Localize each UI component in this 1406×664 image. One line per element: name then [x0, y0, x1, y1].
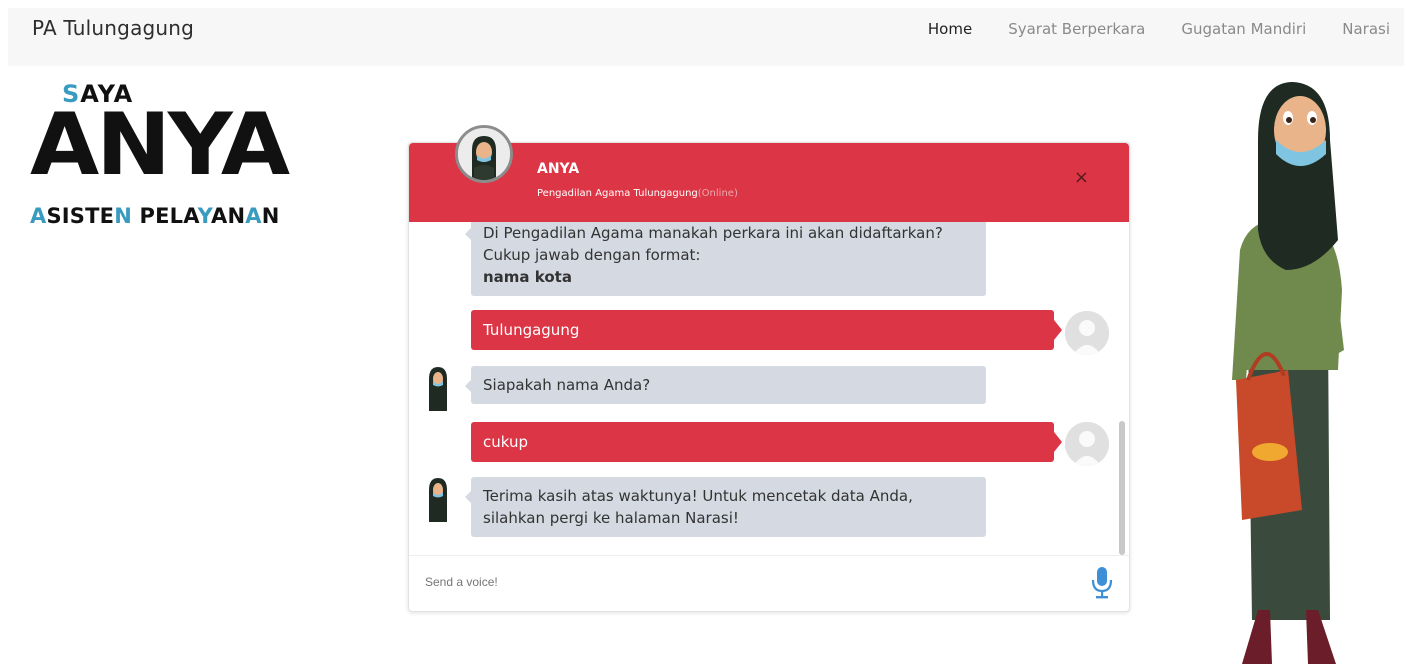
nav-links: Home Syarat Berperkara Gugatan Mandiri N…: [928, 20, 1390, 38]
nav-home[interactable]: Home: [928, 20, 972, 38]
microphone-icon[interactable]: [1091, 566, 1113, 600]
chat-messages[interactable]: Di Pengadilan Agama manakah perkara ini …: [409, 222, 1129, 557]
chat-window: ANYA Pengadilan Agama Tulungagung(Online…: [408, 125, 1130, 612]
anya-small-avatar-icon: [425, 365, 451, 411]
user-avatar-icon: [1065, 311, 1109, 355]
close-icon[interactable]: ×: [1074, 167, 1089, 188]
anya-avatar: [455, 125, 513, 183]
nav-syarat-berperkara[interactable]: Syarat Berperkara: [1008, 20, 1145, 38]
voice-input[interactable]: [425, 575, 1025, 589]
chat-header-name: ANYA: [537, 161, 580, 177]
bot-message: Di Pengadilan Agama manakah perkara ini …: [465, 222, 986, 296]
logo-subtitle: ASISTEN PELAYANAN: [30, 204, 280, 228]
chat-footer: [409, 555, 1129, 611]
bot-message: Siapakah nama Anda?: [465, 366, 986, 404]
chat-header: ANYA Pengadilan Agama Tulungagung(Online…: [409, 125, 1129, 222]
navbar: PA Tulungagung Home Syarat Berperkara Gu…: [8, 8, 1404, 66]
chat-scrollbar[interactable]: [1119, 421, 1125, 555]
anya-small-avatar-icon: [425, 476, 451, 522]
navbar-brand[interactable]: PA Tulungagung: [32, 16, 194, 40]
nav-narasi[interactable]: Narasi: [1342, 20, 1390, 38]
user-message: Tulungagung: [471, 310, 1062, 350]
user-avatar-icon: [1065, 422, 1109, 466]
online-status: (Online): [697, 188, 738, 199]
bot-message: Terima kasih atas waktunya! Untuk mencet…: [465, 477, 986, 537]
logo-anya: ANYA: [30, 95, 290, 195]
nav-gugatan-mandiri[interactable]: Gugatan Mandiri: [1181, 20, 1306, 38]
chat-header-subtitle: Pengadilan Agama Tulungagung(Online): [537, 188, 738, 199]
anya-character-illustration: [1218, 80, 1368, 664]
user-message: cukup: [471, 422, 1062, 462]
